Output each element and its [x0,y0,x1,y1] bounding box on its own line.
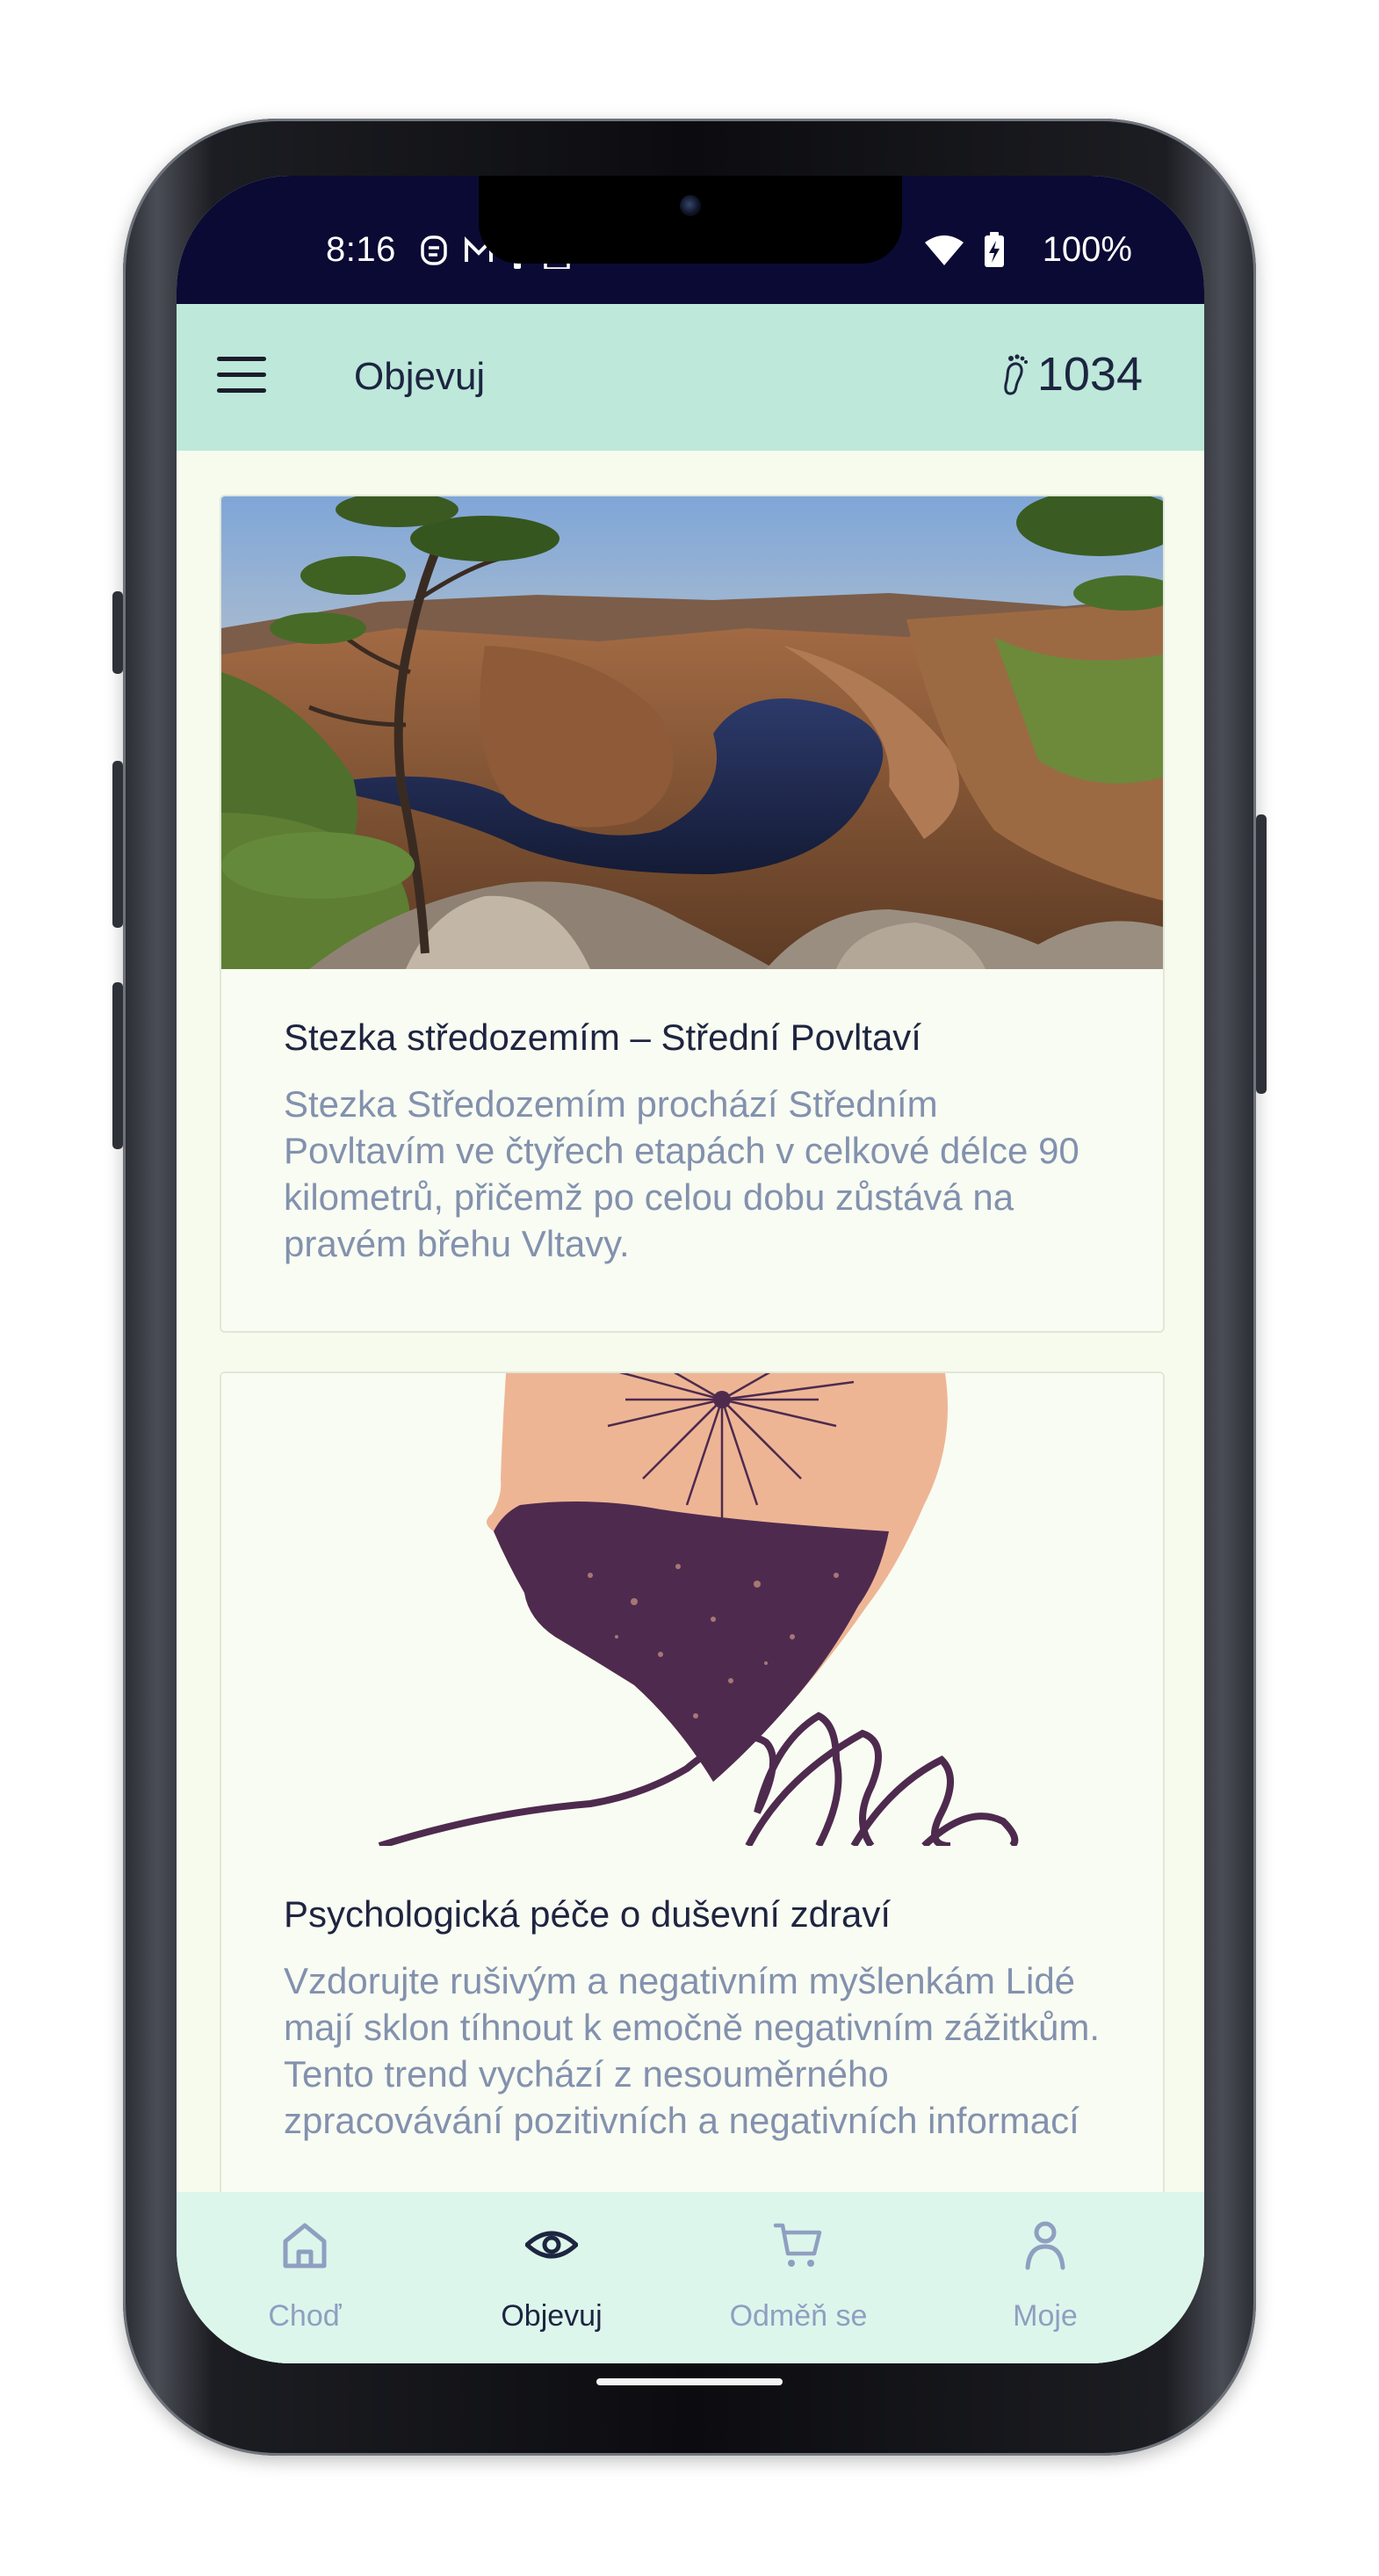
battery-charging-icon [985,232,1004,267]
nav-item-chod[interactable]: Choď [177,2192,433,2363]
wifi-icon [925,235,964,265]
hamburger-menu-icon[interactable] [217,357,266,395]
phone-screen: 8:16 100% Objevuj 1034 Stezka středozemí… [177,176,1204,2363]
nav-item-moje[interactable]: Moje [917,2192,1173,2363]
content-list: Stezka středozemím – Střední Povltaví St… [177,451,1204,2363]
nav-item-odmen-se[interactable]: Odměň se [670,2192,927,2363]
home-icon [283,2223,327,2268]
footprint-icon [1004,354,1028,395]
steps-counter[interactable]: 1034 [1002,348,1143,401]
side-button-volume-down [112,982,123,1149]
head-silhouette-illustration [221,1373,1163,1846]
battery-percent: 100% [1042,230,1132,269]
card-title: Psychologická péče o duševní zdraví [284,1893,892,1935]
alarm-icon [421,235,447,265]
nav-label: Objevuj [501,2299,603,2333]
card-description: Vzdorujte rušivým a negativním myšlenkám… [284,1960,1101,2141]
card-title: Stezka středozemím – Střední Povltaví [284,1017,921,1058]
home-indicator[interactable] [596,2378,783,2385]
camera-notch [479,176,902,264]
nav-label: Choď [268,2299,342,2333]
eye-icon [525,2231,578,2259]
status-time: 8:16 [326,230,396,269]
side-button-power [1256,814,1267,1094]
steps-count: 1034 [1036,348,1143,401]
nav-label: Odměň se [729,2299,868,2333]
front-camera [680,195,701,216]
cart-icon [773,2223,822,2267]
side-button-mute [112,591,123,674]
list-item[interactable]: Stezka středozemím – Střední Povltaví St… [220,495,1165,1333]
landscape-river-meander-photo [221,496,1163,969]
side-button-volume-up [112,761,123,928]
app-bar: Objevuj 1034 [177,304,1204,451]
nav-item-objevuj[interactable]: Objevuj [423,2192,680,2363]
nav-label: Moje [1013,2299,1078,2333]
bottom-navigation: Choď Objevuj Odměň se Moje [177,2192,1204,2363]
status-system-icons [925,232,1004,267]
card-description: Stezka Středozemím prochází Středním Pov… [284,1083,1079,1264]
status-bar: 8:16 100% [177,176,1204,304]
person-icon [1025,2221,1065,2270]
page-title: Objevuj [354,355,486,398]
